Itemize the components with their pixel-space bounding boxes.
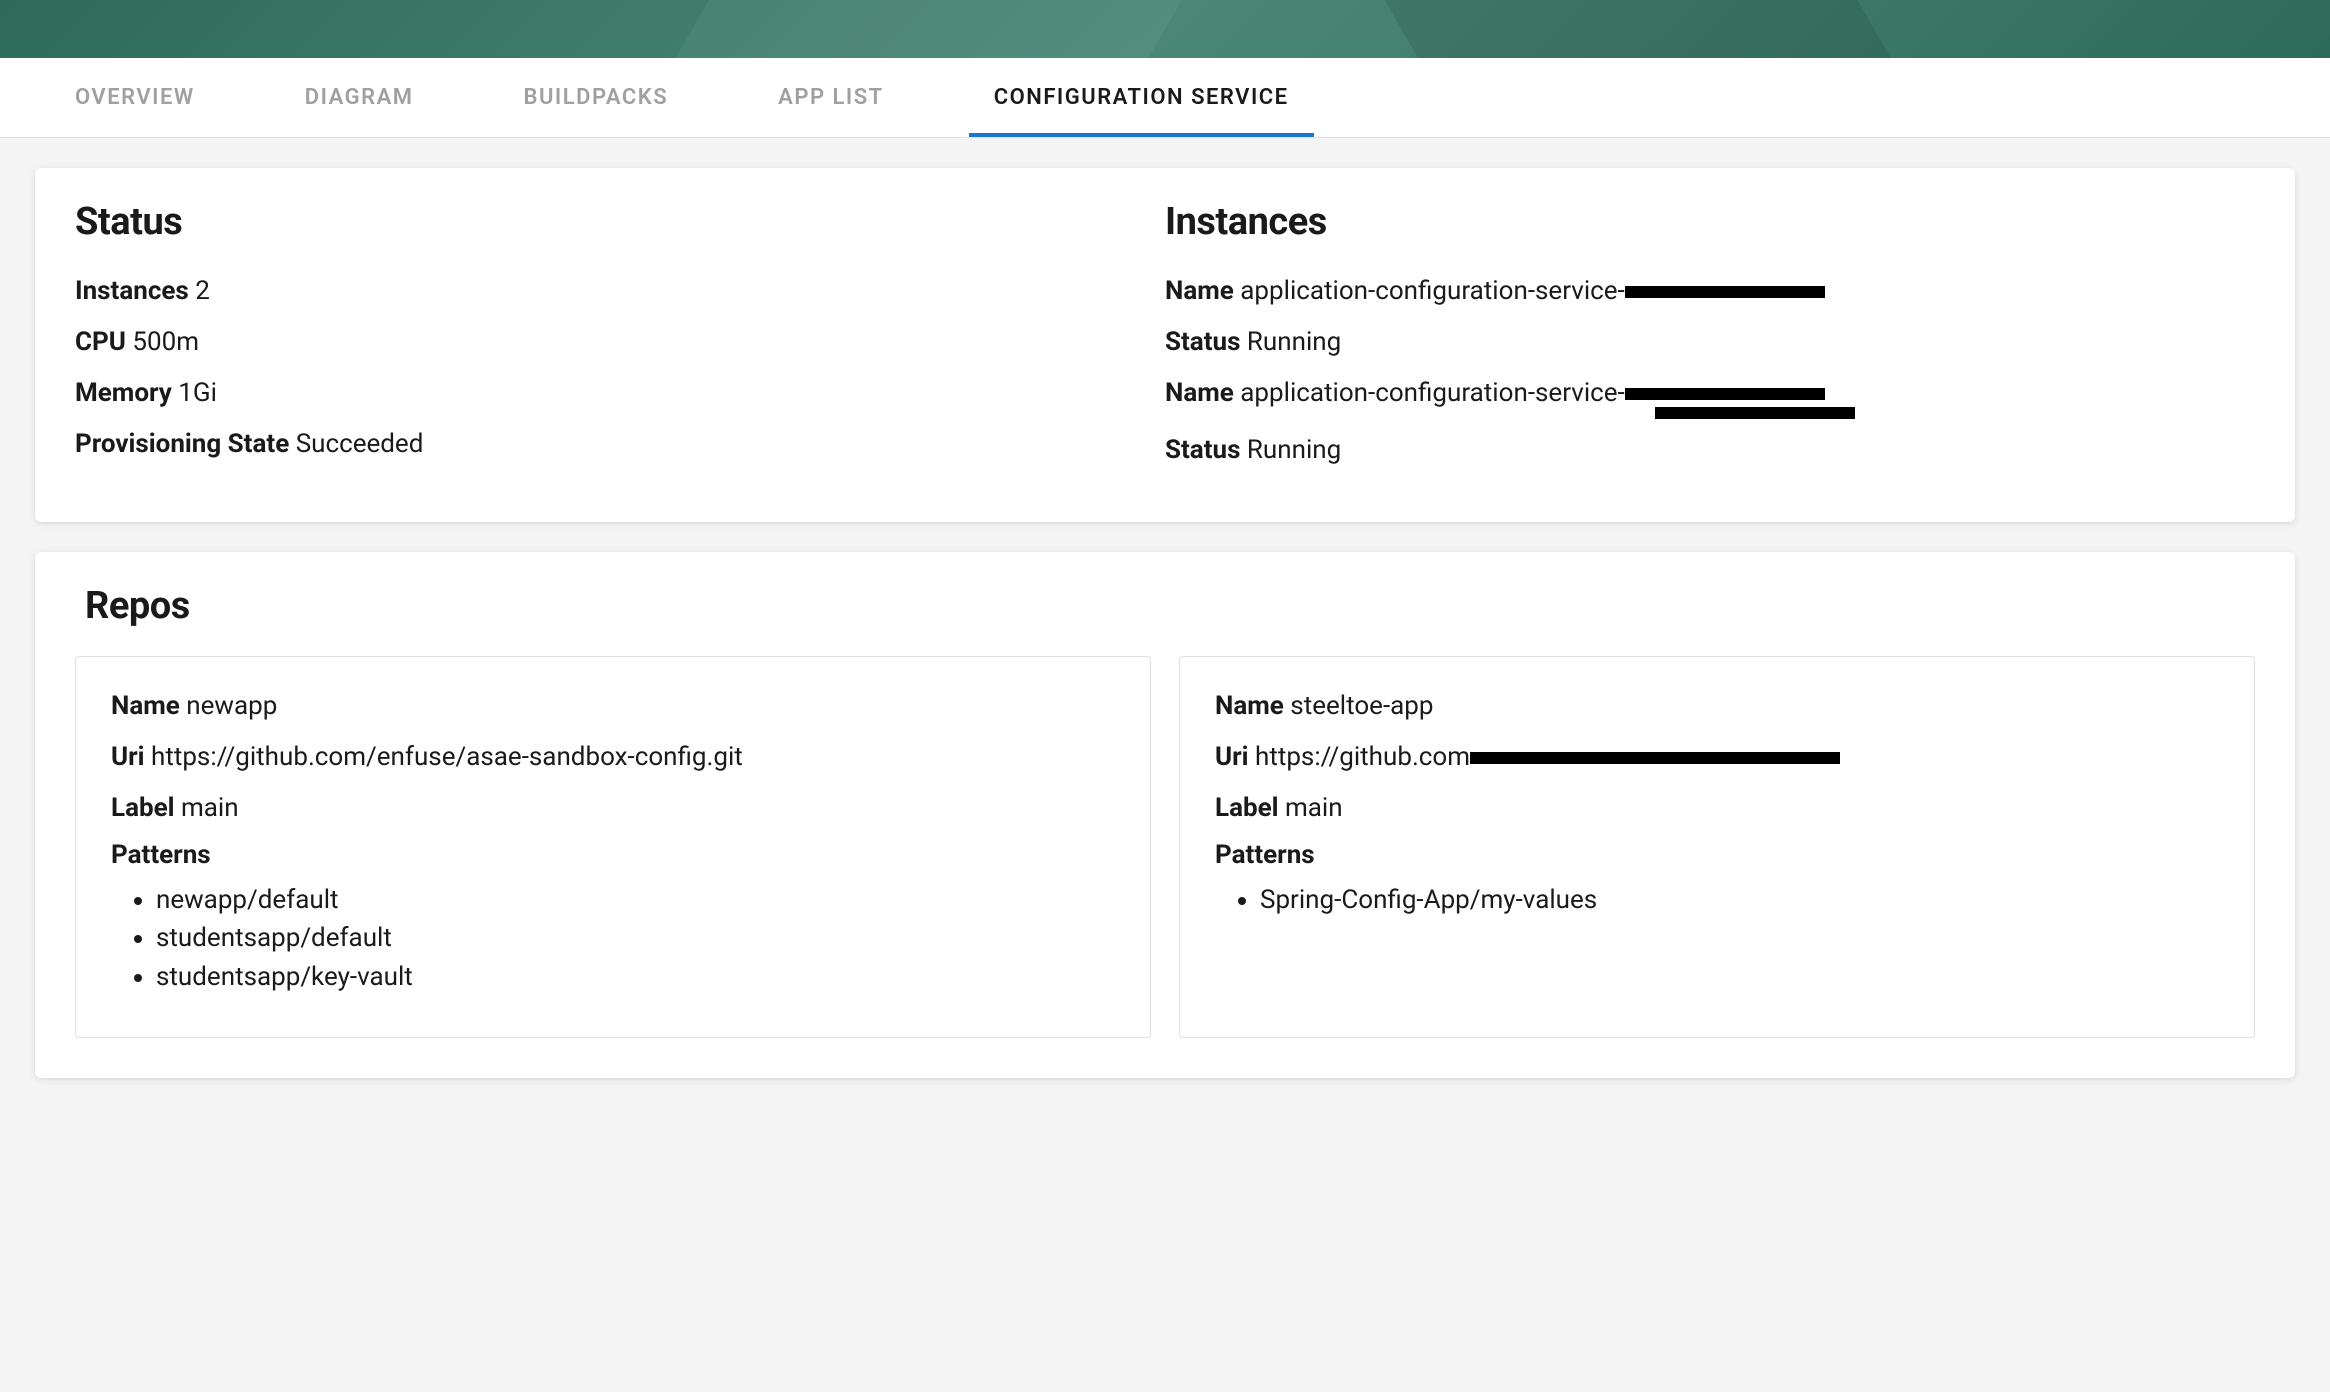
tab-configuration-service[interactable]: CONFIGURATION SERVICE	[969, 58, 1314, 137]
repo-uri-label: Uri	[1215, 742, 1249, 772]
repo-uri-value: https://github.com	[1255, 742, 1470, 772]
tab-buildpacks[interactable]: BUILDPACKS	[499, 58, 694, 137]
status-memory-label: Memory	[75, 378, 172, 408]
tab-diagram[interactable]: DIAGRAM	[280, 58, 439, 137]
status-column: Status Instances 2 CPU 500m Memory 1Gi P…	[75, 200, 1165, 482]
repo-name-value: steeltoe-app	[1290, 691, 1433, 721]
repo-uri-value: https://github.com/enfuse/asae-sandbox-c…	[151, 742, 743, 772]
repos-title: Repos	[85, 584, 2255, 628]
repo-name-value: newapp	[186, 691, 277, 721]
repos-grid: Name newapp Uri https://github.com/enfus…	[75, 656, 2255, 1038]
instances-column: Instances Name application-configuration…	[1165, 200, 2255, 482]
repo-pattern-item: Spring-Config-App/my-values	[1260, 882, 2219, 918]
status-provisioning-label: Provisioning State	[75, 429, 289, 459]
repo-card: Name newapp Uri https://github.com/enfus…	[75, 656, 1151, 1038]
instance-row: Name application-configuration-service-	[1165, 374, 2255, 419]
status-memory-row: Memory 1Gi	[75, 374, 1165, 413]
redacted-text	[1470, 752, 1840, 764]
redacted-text	[1655, 407, 1855, 419]
repo-patterns-label: Patterns	[1215, 840, 2219, 870]
redacted-text	[1625, 388, 1825, 400]
repo-uri-row: Uri https://github.com/enfuse/asae-sandb…	[111, 738, 1115, 777]
status-cpu-value: 500m	[132, 327, 199, 357]
repo-name-label: Name	[111, 691, 180, 721]
instance-name-value: application-configuration-service-	[1240, 378, 1624, 408]
status-card: Status Instances 2 CPU 500m Memory 1Gi P…	[35, 168, 2295, 522]
instances-title: Instances	[1165, 200, 2255, 244]
repo-pattern-item: newapp/default	[156, 882, 1115, 918]
instance-name-value: application-configuration-service-	[1240, 276, 1624, 306]
status-instances-value: 2	[195, 276, 210, 306]
repo-label-row: Label main	[1215, 789, 2219, 828]
status-cpu-row: CPU 500m	[75, 323, 1165, 362]
repo-label-row: Label main	[111, 789, 1115, 828]
repo-patterns-label: Patterns	[111, 840, 1115, 870]
status-instances-label: Instances	[75, 276, 189, 306]
redacted-text	[1625, 286, 1825, 298]
status-title: Status	[75, 200, 1165, 244]
repo-uri-label: Uri	[111, 742, 145, 772]
hero-banner	[0, 0, 2330, 58]
repo-name-row: Name steeltoe-app	[1215, 687, 2219, 726]
repo-patterns-list: Spring-Config-App/my-values	[1215, 882, 2219, 918]
repo-card: Name steeltoe-app Uri https://github.com…	[1179, 656, 2255, 1038]
repo-label-value: main	[1285, 793, 1343, 823]
instance-status-label: Status	[1165, 435, 1240, 465]
repo-patterns-list: newapp/default studentsapp/default stude…	[111, 882, 1115, 995]
tab-overview[interactable]: OVERVIEW	[50, 58, 220, 137]
repo-label-label: Label	[1215, 793, 1279, 823]
status-memory-value: 1Gi	[178, 378, 217, 408]
repo-name-row: Name newapp	[111, 687, 1115, 726]
status-cpu-label: CPU	[75, 327, 126, 357]
instance-status-value: Running	[1247, 327, 1341, 357]
instance-status-value: Running	[1247, 435, 1341, 465]
status-provisioning-value: Succeeded	[296, 429, 424, 459]
tab-app-list[interactable]: APP LIST	[753, 58, 909, 137]
status-provisioning-row: Provisioning State Succeeded	[75, 425, 1165, 464]
instance-name-label: Name	[1165, 378, 1234, 408]
repos-card: Repos Name newapp Uri https://github.com…	[35, 552, 2295, 1078]
repo-pattern-item: studentsapp/key-vault	[156, 959, 1115, 995]
instance-name-label: Name	[1165, 276, 1234, 306]
repo-name-label: Name	[1215, 691, 1284, 721]
status-instances-row: Instances 2	[75, 272, 1165, 311]
instance-row: Status Running	[1165, 323, 2255, 362]
repo-uri-row: Uri https://github.com	[1215, 738, 2219, 777]
repo-label-value: main	[181, 793, 239, 823]
repo-label-label: Label	[111, 793, 175, 823]
repo-pattern-item: studentsapp/default	[156, 920, 1115, 956]
content-area: Status Instances 2 CPU 500m Memory 1Gi P…	[0, 138, 2330, 1138]
instance-row: Name application-configuration-service-	[1165, 272, 2255, 311]
tab-bar: OVERVIEW DIAGRAM BUILDPACKS APP LIST CON…	[0, 58, 2330, 138]
instance-row: Status Running	[1165, 431, 2255, 470]
instance-status-label: Status	[1165, 327, 1240, 357]
